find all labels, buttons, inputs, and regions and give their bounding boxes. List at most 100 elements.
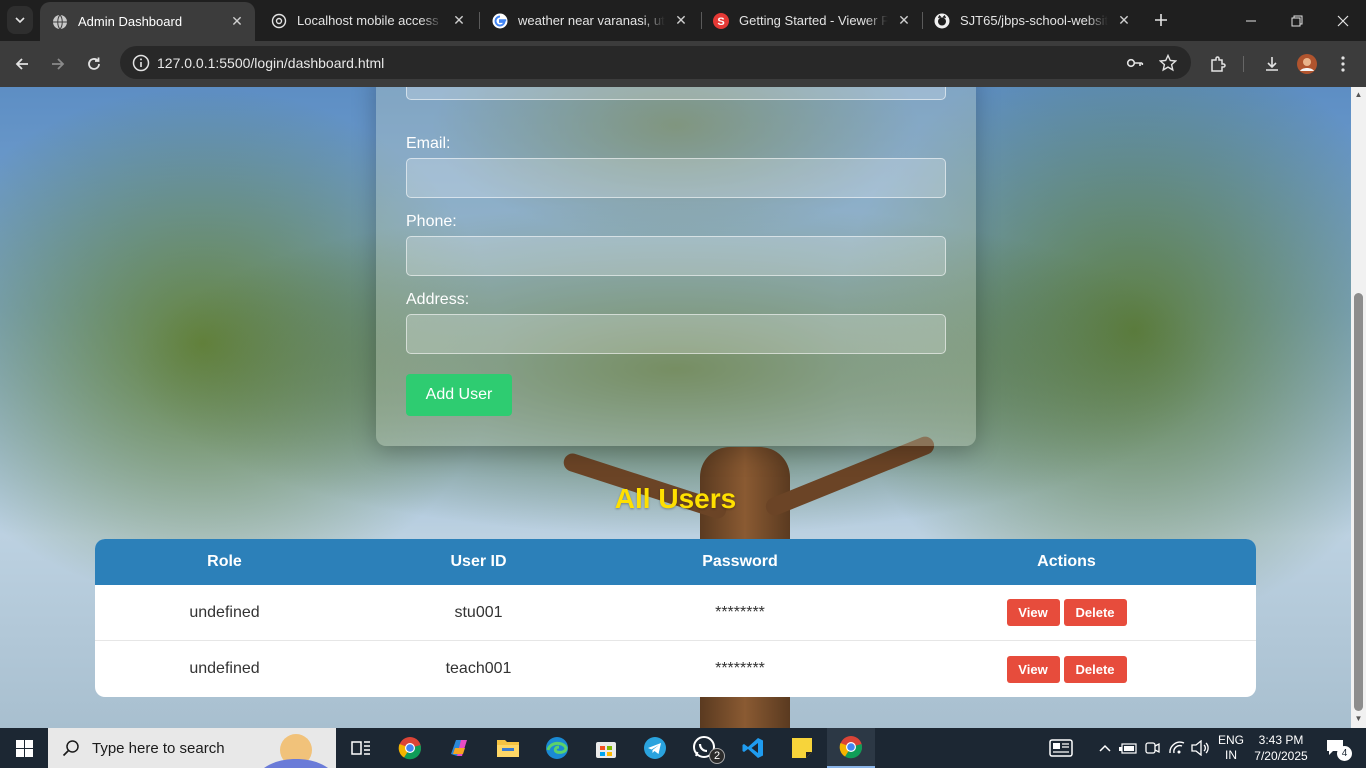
address-bar[interactable]: 127.0.0.1:5500/login/dashboard.html bbox=[120, 46, 1191, 79]
search-placeholder: Type here to search bbox=[92, 739, 225, 757]
scroll-down-icon[interactable]: ▼ bbox=[1354, 715, 1363, 723]
plus-icon bbox=[1155, 14, 1167, 26]
chrome-icon bbox=[839, 736, 863, 759]
clock-date: 7/20/2025 bbox=[1254, 749, 1308, 763]
tab-title: weather near varanasi, uttar bbox=[518, 13, 665, 28]
show-hidden-icons-button[interactable] bbox=[1095, 728, 1115, 768]
close-icon[interactable]: ✕ bbox=[896, 12, 912, 29]
close-icon[interactable]: ✕ bbox=[1116, 12, 1132, 29]
forward-button[interactable] bbox=[43, 49, 73, 79]
search-icon bbox=[62, 740, 79, 757]
cell-user-id: teach001 bbox=[445, 660, 512, 677]
tab-getting-started[interactable]: S Getting Started - Viewer Pag ✕ bbox=[701, 0, 922, 41]
taskbar-chrome-app-active[interactable] bbox=[827, 728, 875, 768]
sticky-notes-icon bbox=[792, 738, 812, 758]
toolbar-divider bbox=[1243, 56, 1244, 72]
windows-taskbar: Type here to search 2 ENG IN 3:43 PM 7/2… bbox=[0, 728, 1366, 768]
input-language-indicator[interactable]: ENG IN bbox=[1213, 728, 1249, 768]
chrome-icon bbox=[398, 737, 422, 760]
delete-button[interactable]: Delete bbox=[1063, 599, 1127, 626]
scrollbar-thumb[interactable] bbox=[1354, 293, 1363, 711]
battery-status[interactable] bbox=[1117, 728, 1139, 768]
reload-icon bbox=[88, 57, 100, 70]
tab-search-button[interactable] bbox=[7, 6, 33, 34]
clock[interactable]: 3:43 PM 7/20/2025 bbox=[1250, 728, 1312, 768]
close-icon[interactable]: ✕ bbox=[673, 12, 689, 29]
page-scrollbar[interactable]: ▲ ▼ bbox=[1351, 87, 1366, 728]
email-field[interactable] bbox=[406, 158, 946, 198]
wifi-icon bbox=[1169, 741, 1185, 754]
menu-button[interactable] bbox=[1328, 49, 1358, 79]
taskbar-file-explorer-app[interactable] bbox=[484, 728, 532, 768]
arrow-right-icon bbox=[52, 58, 65, 70]
taskbar-vscode-app[interactable] bbox=[729, 728, 777, 768]
news-widget-button[interactable] bbox=[1043, 728, 1079, 768]
download-icon bbox=[1266, 57, 1278, 71]
taskbar-edge-app[interactable] bbox=[533, 728, 581, 768]
star-icon[interactable] bbox=[1158, 53, 1178, 72]
minimize-icon bbox=[1246, 20, 1256, 21]
site-info-icon[interactable] bbox=[132, 54, 150, 72]
taskbar-sticky-notes-app[interactable] bbox=[778, 728, 826, 768]
camera-icon bbox=[1145, 742, 1160, 754]
language-code: ENG bbox=[1217, 733, 1244, 747]
key-icon[interactable] bbox=[1126, 54, 1144, 72]
taskbar-store-app[interactable] bbox=[582, 728, 630, 768]
cell-user-id: stu001 bbox=[454, 603, 503, 621]
email-label: Email: bbox=[406, 135, 451, 152]
chevron-up-icon bbox=[1099, 744, 1111, 752]
taskbar-copilot-app[interactable] bbox=[435, 728, 483, 768]
taskbar-telegram-app[interactable] bbox=[631, 728, 679, 768]
browser-toolbar: 127.0.0.1:5500/login/dashboard.html bbox=[0, 41, 1366, 87]
column-header-password: Password bbox=[702, 553, 778, 570]
name-field[interactable] bbox=[406, 87, 946, 100]
phone-field[interactable] bbox=[406, 236, 946, 276]
taskbar-whatsapp-app[interactable]: 2 bbox=[680, 728, 728, 768]
folder-icon bbox=[497, 740, 519, 757]
avatar-icon bbox=[1297, 54, 1317, 74]
users-table: Role User ID Password Actions undefined … bbox=[95, 539, 1256, 697]
all-users-heading: All Users bbox=[614, 483, 737, 514]
globe-icon bbox=[52, 14, 68, 30]
start-button[interactable] bbox=[0, 728, 48, 768]
minimize-button[interactable] bbox=[1228, 0, 1274, 41]
tab-admin-dashboard[interactable]: Admin Dashboard ✕ bbox=[40, 2, 255, 41]
puzzle-icon bbox=[1211, 56, 1226, 72]
new-tab-button[interactable] bbox=[1150, 8, 1172, 32]
restore-button[interactable] bbox=[1274, 0, 1320, 41]
address-field[interactable] bbox=[406, 314, 946, 354]
scroll-up-icon[interactable]: ▲ bbox=[1354, 91, 1363, 99]
network-status[interactable] bbox=[1166, 728, 1188, 768]
taskbar-search[interactable]: Type here to search bbox=[48, 728, 336, 768]
add-user-button[interactable]: Add User bbox=[406, 374, 512, 416]
tab-weather[interactable]: weather near varanasi, uttar ✕ bbox=[480, 0, 699, 41]
chevron-down-icon bbox=[15, 17, 25, 24]
view-button[interactable]: View bbox=[1006, 599, 1060, 626]
copilot-icon bbox=[451, 740, 467, 756]
tab-title: SJT65/jbps-school-website- bbox=[960, 13, 1108, 28]
close-icon[interactable]: ✕ bbox=[451, 12, 467, 29]
back-button[interactable] bbox=[7, 49, 37, 79]
extensions-button[interactable] bbox=[1203, 49, 1233, 79]
view-button[interactable]: View bbox=[1006, 655, 1060, 683]
add-user-form: Email: Phone: Address: Add User bbox=[376, 87, 976, 446]
tab-localhost-mobile[interactable]: Localhost mobile access solu ✕ bbox=[259, 0, 477, 41]
openai-icon bbox=[271, 13, 287, 29]
task-view-button[interactable] bbox=[337, 728, 385, 768]
delete-button[interactable]: Delete bbox=[1063, 655, 1127, 683]
clock-time: 3:43 PM bbox=[1258, 733, 1304, 747]
close-icon[interactable]: ✕ bbox=[229, 13, 245, 30]
close-window-button[interactable] bbox=[1320, 0, 1366, 41]
downloads-button[interactable] bbox=[1257, 49, 1287, 79]
tab-github[interactable]: SJT65/jbps-school-website- ✕ bbox=[922, 0, 1142, 41]
taskbar-chrome-app[interactable] bbox=[386, 728, 434, 768]
reload-button[interactable] bbox=[79, 49, 109, 79]
volume-status[interactable] bbox=[1189, 728, 1211, 768]
tab-title: Localhost mobile access solu bbox=[297, 13, 443, 28]
cell-role: undefined bbox=[189, 660, 260, 677]
more-vertical-icon bbox=[1341, 56, 1345, 72]
notification-center-button[interactable]: 4 bbox=[1316, 728, 1356, 768]
region-code: IN bbox=[1225, 748, 1237, 762]
meet-now-status[interactable] bbox=[1141, 728, 1163, 768]
profile-avatar[interactable] bbox=[1292, 49, 1322, 79]
